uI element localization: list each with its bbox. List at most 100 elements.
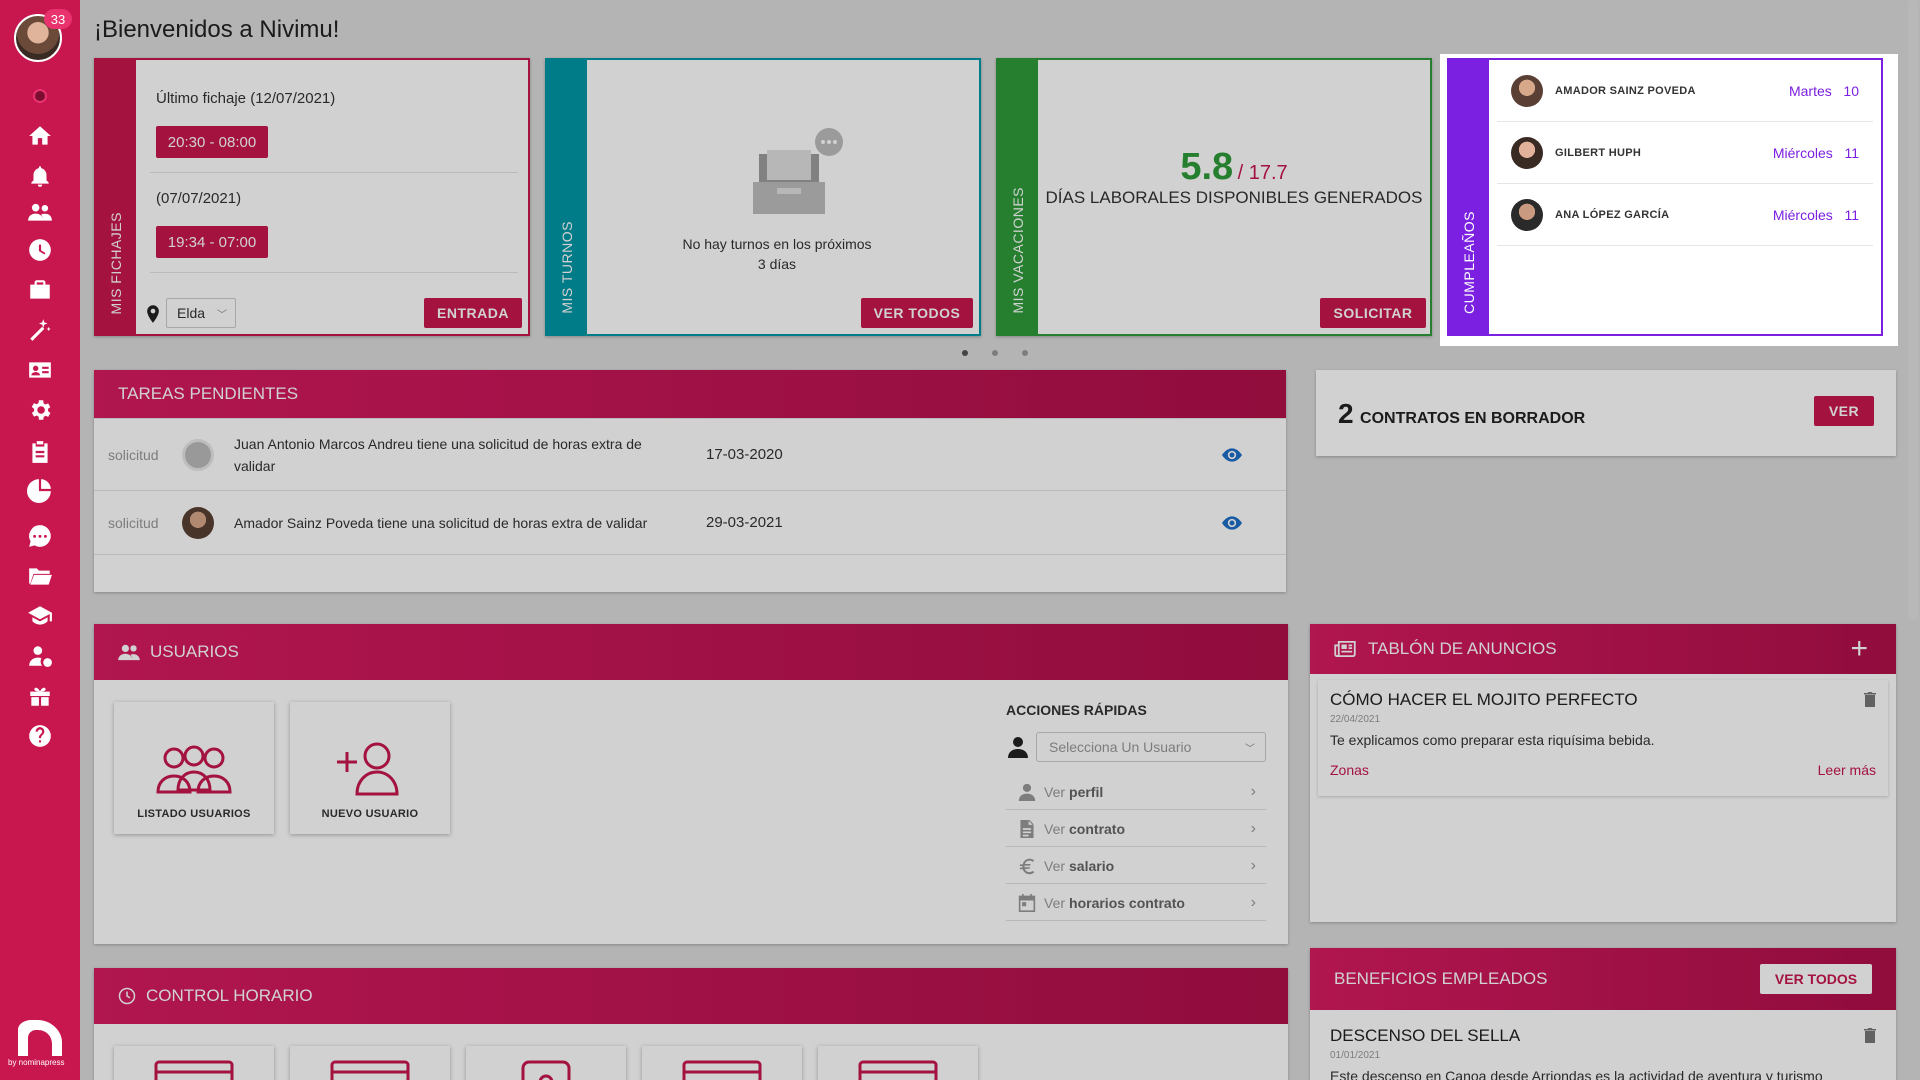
mis-vacaciones-card: MIS VACACIONES 5.8 / 17.7 DÍAS LABORALES… bbox=[996, 58, 1432, 336]
pie-chart-icon[interactable] bbox=[24, 474, 56, 506]
user-money-icon[interactable] bbox=[24, 640, 56, 672]
graduation-cap-icon[interactable] bbox=[24, 600, 56, 632]
birthday-num: 11 bbox=[1844, 206, 1859, 223]
mis-fichajes-strip: MIS FICHAJES bbox=[96, 60, 136, 334]
location-select[interactable]: Elda ﹀ bbox=[166, 298, 236, 328]
task-type: solicitud bbox=[108, 446, 159, 463]
listado-usuarios-tile[interactable]: LISTADO USUARIOS bbox=[114, 702, 274, 834]
divider bbox=[150, 272, 518, 273]
briefcase-icon[interactable] bbox=[24, 274, 56, 306]
carousel-dot[interactable] bbox=[992, 350, 998, 356]
cumpleanos-card: CUMPLEAÑOS AMADOR SAINZ POVEDA Martes 10… bbox=[1447, 58, 1883, 336]
task-type: solicitud bbox=[108, 514, 159, 531]
ver-contratos-button[interactable]: VER bbox=[1814, 396, 1874, 426]
beneficios-empleados-panel: BENEFICIOS EMPLEADOS VER TODOS DESCENSO … bbox=[1310, 948, 1896, 1080]
empty-inbox-icon bbox=[753, 128, 843, 214]
mis-fichajes-card: MIS FICHAJES Último fichaje (12/07/2021)… bbox=[94, 58, 530, 336]
birthday-name: AMADOR SAINZ POVEDA bbox=[1555, 84, 1696, 97]
id-card-icon[interactable] bbox=[24, 354, 56, 386]
control-tile[interactable] bbox=[290, 1046, 450, 1080]
chevron-right-icon: › bbox=[1250, 856, 1256, 874]
trash-icon[interactable] bbox=[1864, 692, 1876, 707]
ver-todos-beneficios-button[interactable]: VER TODOS bbox=[1760, 964, 1872, 994]
ver-perfil-action[interactable]: Ver perfil › bbox=[1006, 774, 1266, 810]
help-icon[interactable] bbox=[24, 720, 56, 752]
last-check-label: Último fichaje (12/07/2021) bbox=[156, 90, 336, 107]
chat-icon[interactable] bbox=[24, 520, 56, 552]
ver-horarios-contrato-action[interactable]: Ver horarios contrato › bbox=[1006, 885, 1266, 921]
control-tile[interactable] bbox=[818, 1046, 978, 1080]
gear-icon[interactable] bbox=[24, 394, 56, 426]
cumpleanos-label: CUMPLEAÑOS bbox=[1461, 210, 1477, 314]
chevron-right-icon: › bbox=[1250, 782, 1256, 800]
folder-icon[interactable] bbox=[24, 560, 56, 592]
entrada-button[interactable]: ENTRADA bbox=[424, 298, 522, 328]
task-date: 29-03-2021 bbox=[706, 514, 783, 531]
avatar bbox=[1511, 198, 1543, 231]
vacation-total: / 17.7 bbox=[1237, 162, 1288, 184]
benefit-title: DESCENSO DEL SELLA bbox=[1330, 1026, 1521, 1045]
check-date-2: (07/07/2021) bbox=[156, 190, 242, 207]
task-text: Amador Sainz Poveda tiene una solicitud … bbox=[234, 514, 648, 531]
tile-label: LISTADO USUARIOS bbox=[137, 808, 251, 820]
avatar bbox=[182, 438, 214, 471]
mis-turnos-card: MIS TURNOS No hay turnos en los próximos… bbox=[545, 58, 981, 336]
nominapress-logo-icon bbox=[18, 1020, 62, 1056]
action-label: horarios contrato bbox=[1069, 894, 1185, 911]
control-tile[interactable] bbox=[114, 1046, 274, 1080]
users-icon[interactable] bbox=[24, 196, 56, 228]
contratos-count: 2 bbox=[1338, 398, 1354, 429]
vacation-days-value: 5.8 / 17.7 bbox=[1038, 146, 1430, 189]
action-label: perfil bbox=[1069, 783, 1104, 800]
mis-turnos-strip: MIS TURNOS bbox=[547, 60, 587, 334]
solicitar-button[interactable]: SOLICITAR bbox=[1320, 298, 1426, 328]
birthday-day: Miércoles bbox=[1772, 206, 1833, 223]
mis-vacaciones-label: MIS VACACIONES bbox=[1010, 187, 1026, 314]
avatar bbox=[1511, 136, 1543, 169]
home-icon[interactable] bbox=[24, 120, 56, 152]
birthday-day: Martes bbox=[1788, 82, 1832, 99]
divider bbox=[94, 554, 1286, 555]
birthday-date: Martes 10 bbox=[1789, 83, 1859, 99]
clipboard-icon[interactable] bbox=[24, 436, 56, 468]
birthday-item: GILBERT HUPH Miércoles 11 bbox=[1497, 122, 1873, 184]
select-user-dropdown[interactable]: Selecciona Un Usuario ﹀ bbox=[1036, 732, 1266, 762]
ver-todos-turnos-button[interactable]: VER TODOS bbox=[861, 298, 973, 328]
carousel-dot[interactable] bbox=[1022, 350, 1028, 356]
control-tile[interactable] bbox=[642, 1046, 802, 1080]
task-row[interactable]: solicitud Amador Sainz Poveda tiene una … bbox=[94, 490, 1286, 554]
tareas-pendientes-panel: TAREAS PENDIENTES solicitud Juan Antonio… bbox=[94, 370, 1286, 592]
magic-wand-icon[interactable] bbox=[24, 314, 56, 346]
ver-salario-action[interactable]: Ver salario › bbox=[1006, 848, 1266, 884]
gift-icon[interactable] bbox=[24, 680, 56, 712]
tablon-anuncios-panel: TABLÓN DE ANUNCIOS + CÓMO HACER EL MOJIT… bbox=[1310, 624, 1896, 922]
carousel-dot-active[interactable] bbox=[962, 350, 968, 356]
mis-turnos-label: MIS TURNOS bbox=[559, 221, 575, 314]
eye-icon[interactable] bbox=[1222, 515, 1242, 530]
trash-icon[interactable] bbox=[1864, 1028, 1876, 1043]
announcement-tag[interactable]: Zonas bbox=[1330, 762, 1369, 778]
scrollbar-thumb[interactable] bbox=[1908, 0, 1918, 620]
control-tile[interactable] bbox=[466, 1046, 626, 1080]
bell-icon[interactable] bbox=[24, 160, 56, 192]
calendar-window-icon bbox=[858, 1060, 938, 1080]
usuarios-header: USUARIOS bbox=[94, 624, 1288, 680]
read-more-link[interactable]: Leer más bbox=[1818, 762, 1876, 778]
ver-contrato-action[interactable]: Ver contrato › bbox=[1006, 811, 1266, 847]
status-dot-icon[interactable] bbox=[33, 89, 47, 103]
clipboard-icon bbox=[521, 1060, 571, 1080]
birthday-day: Miércoles bbox=[1772, 144, 1833, 161]
clock-icon[interactable] bbox=[24, 234, 56, 266]
task-row[interactable]: solicitud Juan Antonio Marcos Andreu tie… bbox=[94, 418, 1286, 490]
announcement-card[interactable]: CÓMO HACER EL MOJITO PERFECTO 22/04/2021… bbox=[1318, 680, 1888, 796]
benefit-card[interactable]: DESCENSO DEL SELLA 01/01/2021 Este desce… bbox=[1318, 1014, 1888, 1080]
action-prefix: Ver bbox=[1044, 820, 1066, 837]
nuevo-usuario-tile[interactable]: NUEVO USUARIO bbox=[290, 702, 450, 834]
birthday-item: AMADOR SAINZ POVEDA Martes 10 bbox=[1497, 60, 1873, 122]
calendar-window-icon bbox=[154, 1060, 234, 1080]
check-time-1: 20:30 - 08:00 bbox=[156, 126, 268, 158]
add-icon[interactable]: + bbox=[1850, 632, 1868, 666]
action-prefix: Ver bbox=[1044, 894, 1066, 911]
document-icon bbox=[1020, 819, 1034, 838]
eye-icon[interactable] bbox=[1222, 447, 1242, 462]
